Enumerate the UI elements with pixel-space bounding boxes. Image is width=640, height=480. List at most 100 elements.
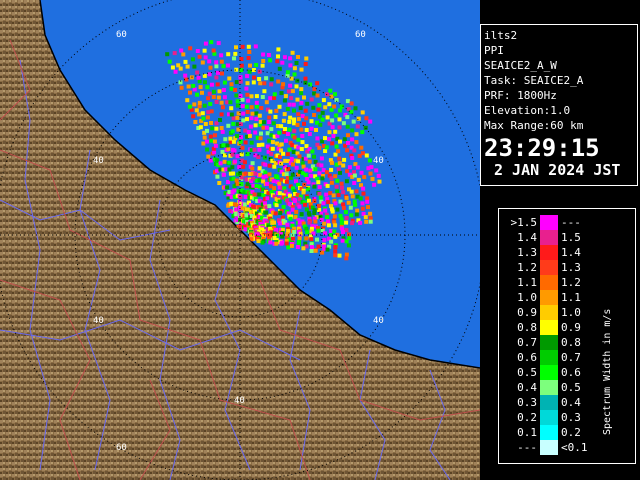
echo-cell (249, 116, 254, 121)
echo-cell (342, 137, 347, 142)
echo-cell (269, 82, 274, 87)
echo-cell (191, 114, 196, 119)
echo-cell (309, 237, 314, 242)
echo-cell (248, 124, 253, 129)
echo-cell (355, 124, 360, 129)
echo-cell (240, 104, 245, 109)
echo-cell (234, 80, 239, 85)
echo-cell (271, 179, 276, 184)
echo-cell (337, 117, 342, 122)
legend-swatch (540, 350, 558, 365)
range-label: 40 (93, 316, 104, 326)
range-label: 60 (116, 443, 127, 453)
echo-cell (269, 133, 274, 138)
echo-cell (228, 136, 233, 141)
echo-cell (238, 195, 243, 200)
echo-cell (209, 40, 214, 45)
echo-cell (282, 112, 287, 117)
echo-cell (370, 176, 375, 181)
echo-cell (325, 215, 330, 220)
echo-cell (212, 150, 217, 155)
echo-cell (274, 241, 279, 246)
echo-cell (250, 166, 255, 171)
echo-cell (281, 118, 286, 123)
echo-cell (229, 86, 234, 91)
echo-cell (207, 91, 212, 96)
echo-cell (218, 118, 222, 122)
legend-upper-bound: 0.7 (561, 351, 581, 364)
echo-cell (351, 119, 356, 124)
legend-row: >1.5 --- (499, 215, 599, 230)
echo-cell (364, 153, 369, 158)
echo-cell (194, 108, 199, 113)
echo-cell (307, 213, 312, 218)
echo-cell (333, 223, 338, 228)
echo-cell (195, 49, 200, 53)
echo-cell (270, 220, 275, 225)
echo-cell (243, 140, 248, 145)
echo-cell (207, 59, 212, 64)
legend-upper-bound: 0.2 (561, 426, 581, 439)
echo-cell (219, 59, 224, 64)
echo-cell (257, 147, 262, 152)
legend-swatch (540, 260, 558, 275)
echo-cell (344, 195, 349, 200)
echo-cell (264, 76, 269, 81)
echo-cell (225, 185, 230, 190)
echo-cell (277, 66, 282, 71)
echo-cell (335, 207, 340, 212)
echo-cell (317, 103, 322, 108)
echo-cell (186, 84, 191, 89)
echo-cell (223, 137, 228, 142)
echo-cell (309, 97, 314, 102)
echo-cell (312, 199, 317, 203)
echo-cell (275, 59, 280, 64)
echo-cell (228, 100, 233, 105)
echo-cell (290, 89, 295, 94)
echo-cell (333, 245, 338, 249)
echo-cell (273, 211, 278, 216)
echo-cell (214, 121, 219, 126)
echo-cell (289, 156, 294, 161)
echo-cell (304, 236, 309, 241)
echo-cell (252, 75, 257, 80)
echo-cell (309, 249, 314, 253)
echo-cell (203, 41, 208, 46)
echo-cell (233, 51, 238, 56)
echo-cell (305, 101, 310, 106)
scan-type: PPI (484, 44, 504, 57)
echo-cell (296, 159, 301, 164)
echo-cell (165, 52, 170, 57)
echo-cell (294, 84, 299, 89)
echo-cell (200, 111, 205, 116)
echo-cell (345, 148, 350, 153)
echo-cell (295, 97, 300, 102)
echo-cell (325, 247, 330, 252)
echo-cell (352, 181, 357, 185)
echo-cell (205, 128, 209, 133)
echo-cell (208, 102, 213, 106)
echo-cell (293, 199, 298, 203)
echo-cell (345, 124, 350, 129)
echo-cell (341, 163, 346, 168)
echo-cell (350, 137, 355, 142)
range-label: 40 (234, 396, 245, 406)
legend-row: 0.2 0.3 (499, 410, 599, 425)
echo-cell (211, 48, 216, 53)
echo-cell (299, 212, 304, 217)
echo-cell (261, 120, 266, 125)
echo-cell (284, 172, 289, 177)
echo-cell (234, 45, 238, 50)
legend-title: Spectrum Width in m/s (602, 308, 613, 435)
echo-cell (312, 211, 317, 215)
scan-info-panel: ilts2 PPI SEAICE2_A_W Task: SEAICE2_A PR… (480, 24, 638, 186)
echo-cell (289, 243, 294, 248)
echo-cell (209, 109, 214, 114)
echo-cell (229, 106, 234, 111)
echo-cell (329, 180, 334, 185)
echo-cell (310, 245, 314, 250)
echo-cell (359, 145, 364, 150)
echo-cell (359, 170, 364, 175)
radar-ppi-display: 60 60 40 40 40 40 40 60 (0, 0, 480, 480)
echo-cell (296, 137, 301, 142)
